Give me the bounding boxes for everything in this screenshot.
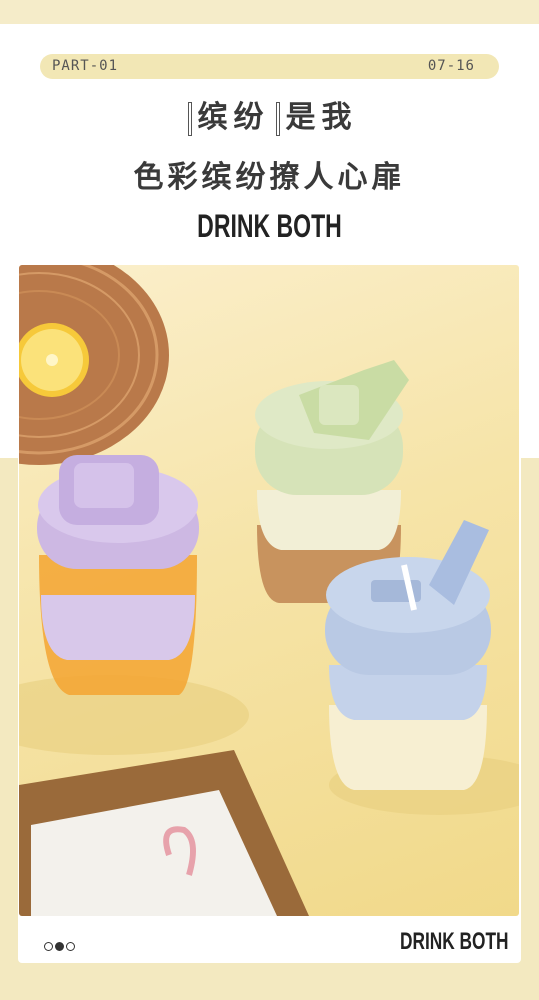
date-label: 07-16 [427, 58, 475, 74]
purple-cup [37, 455, 199, 695]
headline-word-2: 是我 [285, 100, 358, 135]
carousel-dot-2[interactable] [55, 942, 64, 951]
brand-title: DRINK BOTH [197, 208, 342, 244]
carousel-dot-1[interactable] [44, 942, 53, 951]
footer-brand: DRINK BOTH [400, 928, 509, 955]
picture-frame [19, 750, 309, 916]
carousel-dot-3[interactable] [66, 942, 75, 951]
subheadline: 色彩缤纷撩人心扉 [133, 160, 406, 195]
top-band [0, 0, 539, 24]
headline: 缤纷 是我 [0, 92, 539, 136]
divider-bar [275, 101, 280, 136]
carousel-indicator[interactable] [44, 936, 77, 955]
part-label: PART-01 [52, 58, 119, 74]
divider-bar [187, 101, 192, 136]
product-photo [19, 265, 519, 916]
section-header-pill: PART-01 07-16 [40, 54, 499, 79]
headline-word-1: 缤纷 [197, 100, 270, 135]
